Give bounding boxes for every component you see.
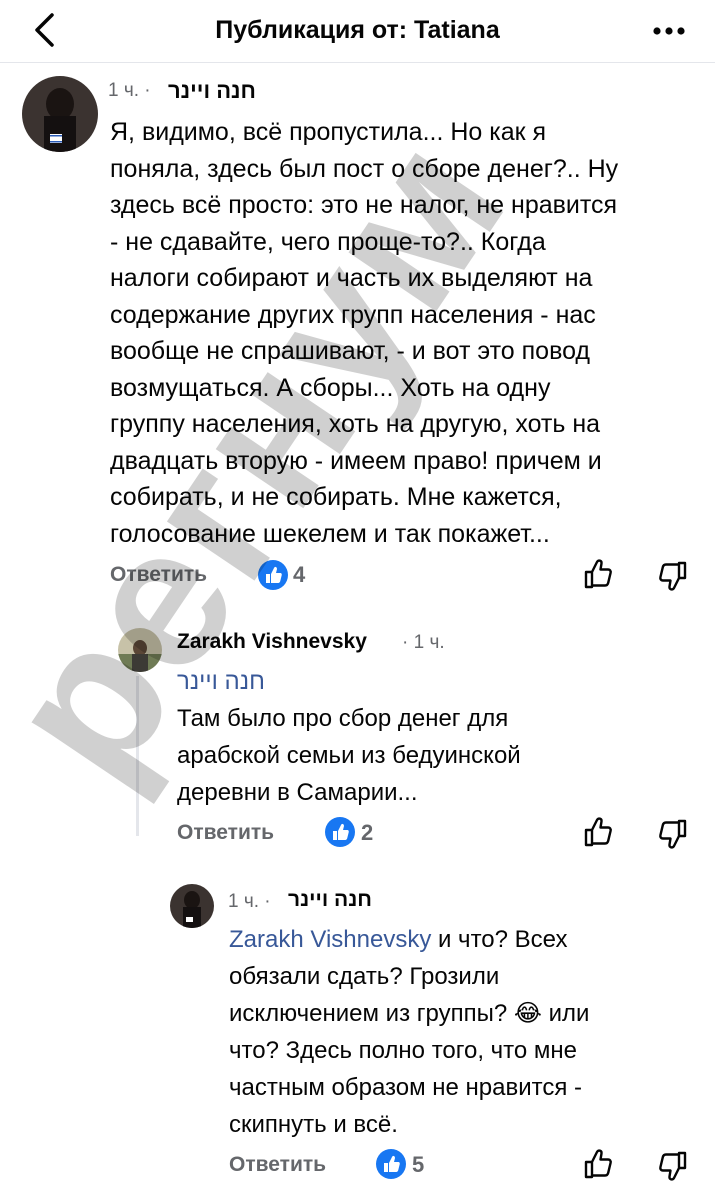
thumbs-up-reaction-icon[interactable]	[258, 560, 288, 590]
dislike-button[interactable]	[655, 1148, 691, 1184]
avatar-zarakh[interactable]	[118, 628, 162, 672]
like-button[interactable]	[580, 1146, 616, 1182]
thumbs-up-reaction-icon[interactable]	[376, 1149, 406, 1179]
like-icon	[584, 1149, 612, 1179]
like-icon	[584, 559, 612, 589]
reaction-count: 2	[361, 820, 374, 845]
avatar-image	[118, 628, 162, 672]
comment-time[interactable]: 1 ч. ·	[228, 891, 271, 913]
reply-button[interactable]: Ответить	[177, 821, 274, 845]
like-icon	[584, 817, 612, 847]
reply-button[interactable]: Ответить	[110, 563, 207, 587]
like-button[interactable]	[580, 814, 616, 850]
comment-time[interactable]: 1 ч. ·	[108, 80, 151, 102]
avatar-hana[interactable]	[170, 884, 214, 928]
avatar-hana[interactable]	[22, 76, 98, 152]
comment-text: Zarakh Vishnevsky и что? Всех обязали сд…	[229, 926, 590, 1138]
dislike-icon	[659, 819, 687, 849]
page-title: Публикация от: Tatiana	[215, 16, 500, 44]
thumbs-up-reaction-icon[interactable]	[325, 817, 355, 847]
like-button[interactable]	[580, 556, 616, 592]
comment-text: חנה ויינר Там было про сбор денег для ар…	[177, 663, 627, 811]
dislike-button[interactable]	[655, 558, 691, 594]
dislike-icon	[659, 561, 687, 591]
avatar-image	[170, 884, 214, 928]
comment-author[interactable]: Zarakh Vishnevsky	[177, 630, 367, 654]
avatar-image	[22, 76, 98, 152]
reaction-count: 5	[412, 1152, 425, 1177]
more-options-button[interactable]	[649, 16, 689, 46]
dislike-button[interactable]	[655, 816, 691, 852]
top-bar: Публикация от: Tatiana	[0, 0, 715, 63]
thread-line	[136, 676, 139, 836]
comment-time[interactable]: · 1 ч.	[402, 632, 445, 654]
laughing-emoji-icon: 😂	[513, 1000, 542, 1027]
dislike-icon	[659, 1151, 687, 1181]
mention-link[interactable]: Zarakh Vishnevsky	[229, 926, 431, 953]
reaction-count: 4	[293, 562, 306, 587]
comment-author[interactable]: חנה ויינר	[168, 78, 256, 104]
mention-link[interactable]: חנה ויינר	[177, 663, 627, 700]
comment-author[interactable]: חנה ויינר	[288, 888, 372, 912]
comment-text: Я, видимо, всё пропустила... Но как я по…	[110, 118, 619, 548]
reply-button[interactable]: Ответить	[229, 1153, 326, 1177]
more-dots-icon	[653, 27, 685, 35]
